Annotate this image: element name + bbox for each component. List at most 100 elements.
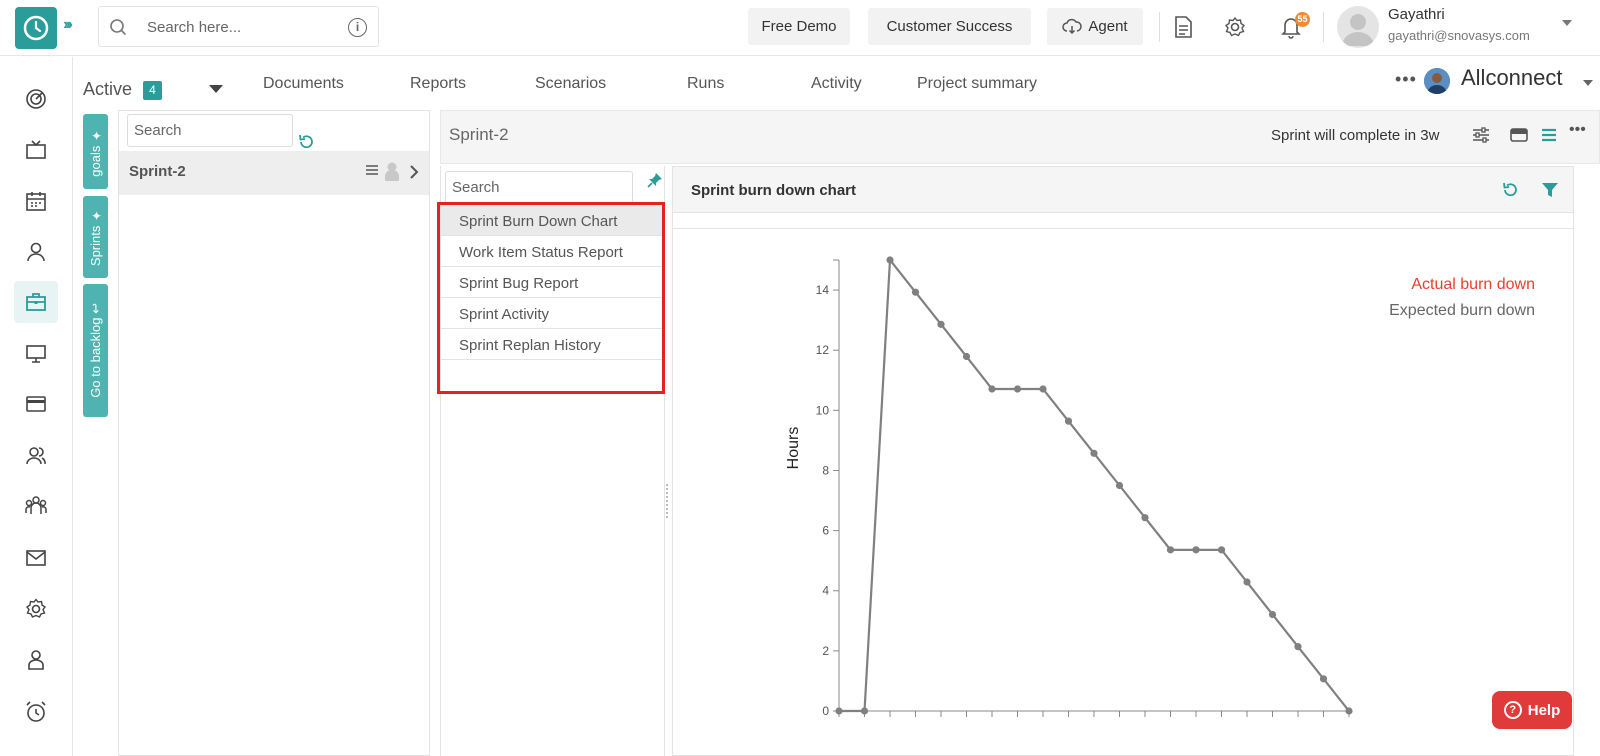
more-options-icon[interactable]: ••• [1395,69,1417,90]
clock-logo-icon [23,15,49,41]
data-point[interactable] [1141,514,1149,522]
y-tick-label: 8 [822,463,829,477]
help-button[interactable]: ? Help [1492,691,1572,729]
tab-runs[interactable]: Runs [687,75,724,93]
nav-projects[interactable] [14,281,58,323]
chevron-right-icon[interactable] [407,163,421,181]
tab-documents[interactable]: Documents [263,75,344,93]
tab-scenarios[interactable]: Scenarios [535,75,606,93]
credit-card-icon [26,396,46,412]
nav-account[interactable] [14,639,58,681]
alarm-clock-icon [26,701,46,722]
data-point[interactable] [1064,417,1073,425]
data-point[interactable] [1039,385,1047,393]
nav-billing[interactable] [14,383,58,425]
report-item-work-item-status-report[interactable]: Work Item Status Report [441,236,665,267]
customer-success-button[interactable]: Customer Success [868,8,1031,45]
goals-side-tab[interactable]: goals ✦ [83,114,108,189]
data-point[interactable] [1192,546,1200,554]
nav-profile[interactable] [14,231,58,273]
return-arrow-icon: ↩ [88,303,103,315]
info-icon[interactable]: i [348,18,367,37]
assignee-icon[interactable] [385,161,399,181]
refresh-icon[interactable] [297,133,315,151]
data-point[interactable] [1268,610,1277,619]
tab-project-summary[interactable]: Project summary [917,75,1037,93]
free-demo-button[interactable]: Free Demo [748,8,850,45]
data-point[interactable] [835,707,843,715]
data-point[interactable] [937,320,945,328]
report-item-sprint-burn-down-chart[interactable]: Sprint Burn Down Chart [441,205,665,236]
resize-handle[interactable] [666,484,670,518]
data-point[interactable] [1294,643,1302,651]
status-dropdown-caret-icon[interactable] [209,85,223,93]
user-menu-caret-icon[interactable] [1562,20,1572,26]
nav-monitor[interactable] [14,333,58,375]
divider [1159,12,1160,42]
search-input[interactable] [147,15,337,39]
sliders-icon[interactable] [1471,125,1491,145]
sprints-side-tab[interactable]: Sprints ✦ [83,196,108,278]
report-list-panel: Sprint Burn Down Chart Work Item Status … [440,166,665,756]
gear-icon [25,598,47,618]
nav-mail[interactable] [14,537,58,579]
app-logo[interactable] [15,7,57,49]
nav-team[interactable] [14,485,58,527]
tab-activity[interactable]: Activity [811,75,862,93]
data-point[interactable] [1345,707,1353,715]
tv-icon [26,140,46,159]
report-item-sprint-activity[interactable]: Sprint Activity [441,298,665,329]
refresh-icon[interactable] [1501,181,1519,199]
report-search-input[interactable] [445,171,633,204]
data-point[interactable] [1243,578,1251,586]
team-icon [25,496,47,514]
help-label: Help [1527,701,1561,719]
pin-icon: ✦ [88,126,103,142]
chart-header: Sprint burn down chart [673,167,1573,213]
data-point[interactable] [1319,675,1328,683]
project-name[interactable]: Allconnect [1461,65,1563,91]
settings-gear-icon[interactable] [1222,14,1248,40]
nav-tv[interactable] [14,129,58,171]
project-dropdown-caret-icon[interactable] [1583,80,1593,86]
global-search: i [98,6,379,47]
project-avatar [1424,68,1450,94]
user-avatar[interactable] [1337,6,1379,48]
y-tick-label: 0 [822,704,829,718]
nav-calendar[interactable] [14,180,58,222]
list-view-icon[interactable] [1539,125,1559,145]
filter-icon[interactable] [1541,181,1559,199]
data-point[interactable] [962,352,971,361]
notification-badge: 55 [1295,12,1310,27]
data-point[interactable] [1217,546,1226,554]
agent-button[interactable]: Agent [1047,8,1143,45]
report-item-sprint-bug-report[interactable]: Sprint Bug Report [441,267,665,298]
left-nav [0,57,73,756]
data-point[interactable] [1013,385,1022,393]
data-point[interactable] [1115,481,1124,490]
more-options-icon[interactable]: ••• [1569,121,1589,141]
status-filter-label[interactable]: Active [83,79,132,100]
status-count-badge: 4 [143,81,162,100]
sprint-search-input[interactable] [127,114,293,147]
board-view-icon[interactable] [1509,125,1529,145]
expand-nav-icon[interactable]: ››› [63,16,73,34]
data-point[interactable] [988,385,996,393]
report-item-sprint-replan-history[interactable]: Sprint Replan History [441,329,665,360]
document-icon[interactable] [1170,14,1196,40]
data-point[interactable] [1166,546,1175,554]
data-point[interactable] [860,707,869,715]
nav-timer[interactable] [14,691,58,733]
hamburger-menu-icon[interactable] [365,163,379,177]
nav-settings[interactable] [14,588,58,630]
nav-dashboard[interactable] [14,78,58,120]
data-point[interactable] [911,288,920,296]
nav-users[interactable] [14,435,58,477]
monitor-icon [26,345,46,363]
data-point[interactable] [886,256,894,264]
sprint-row[interactable]: Sprint-2 [119,151,429,195]
go-to-backlog-side-tab[interactable]: Go to backlog ↩ [83,284,108,417]
data-point[interactable] [1090,449,1098,457]
pin-icon[interactable] [647,172,663,188]
tab-reports[interactable]: Reports [410,75,466,93]
